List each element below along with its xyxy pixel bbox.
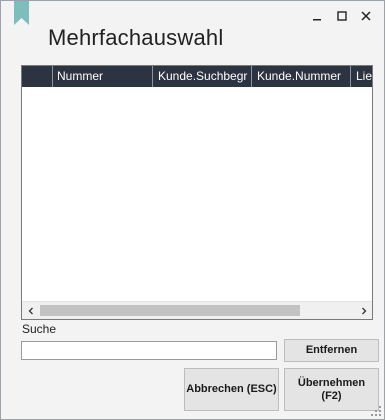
minimize-icon	[313, 19, 321, 21]
column-header-kunde-suchbegriff[interactable]: Kunde.Suchbegr	[153, 66, 252, 87]
close-icon	[361, 11, 371, 21]
chevron-right-icon	[361, 307, 366, 314]
scrollbar-thumb[interactable]	[40, 305, 300, 316]
chevron-left-icon	[28, 307, 33, 314]
dialog-window: Mehrfachauswahl Nummer Kunde.Suchbegr Ku…	[0, 0, 385, 420]
scroll-right-button[interactable]	[355, 302, 372, 319]
maximize-icon	[337, 11, 347, 21]
column-header-lieferant[interactable]: Liefe	[351, 66, 372, 87]
apply-button-shortcut: (F2)	[321, 389, 342, 402]
scroll-left-button[interactable]	[22, 302, 39, 319]
grid-header: Nummer Kunde.Suchbegr Kunde.Nummer Liefe	[22, 66, 372, 87]
search-input[interactable]	[21, 341, 277, 360]
row-header-corner[interactable]	[22, 66, 53, 87]
bookmark-icon	[14, 1, 29, 25]
close-button[interactable]	[356, 7, 376, 25]
column-header-kunde-nummer[interactable]: Kunde.Nummer	[252, 66, 351, 87]
apply-button[interactable]: Übernehmen (F2)	[284, 368, 379, 411]
remove-button[interactable]: Entfernen	[284, 339, 379, 362]
selection-grid[interactable]: Nummer Kunde.Suchbegr Kunde.Nummer Liefe	[21, 65, 373, 320]
horizontal-scrollbar[interactable]	[22, 301, 372, 319]
apply-button-label: Übernehmen	[297, 376, 366, 389]
window-title: Mehrfachauswahl	[48, 25, 224, 50]
maximize-button[interactable]	[332, 7, 352, 25]
resize-grip-icon[interactable]	[370, 405, 382, 417]
minimize-button[interactable]	[307, 7, 327, 25]
column-header-nummer[interactable]: Nummer	[52, 66, 153, 87]
search-label: Suche	[22, 322, 57, 336]
cancel-button[interactable]: Abbrechen (ESC)	[184, 368, 279, 411]
